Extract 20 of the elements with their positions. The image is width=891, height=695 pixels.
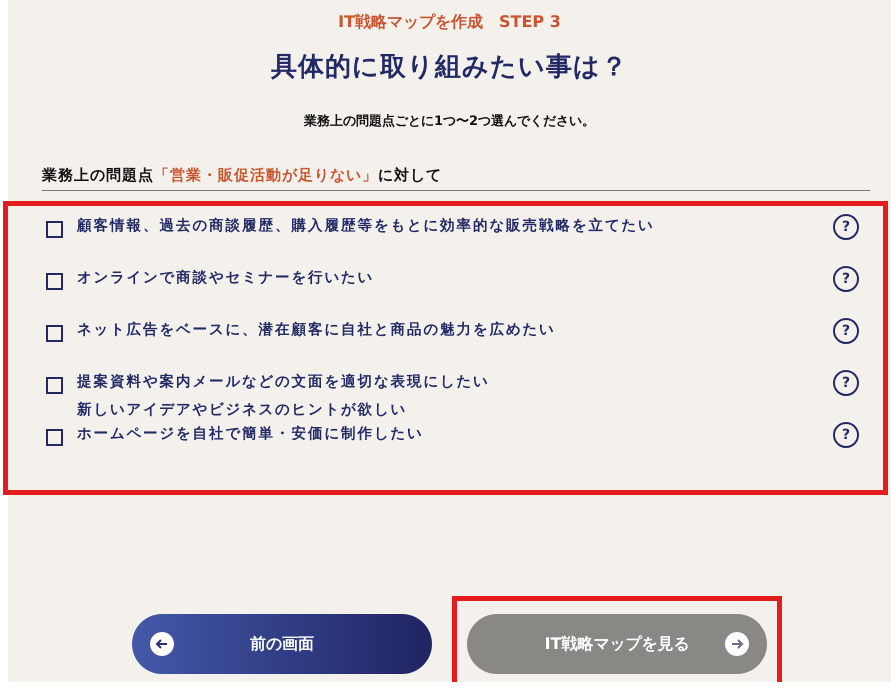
arrow-left-icon [150, 632, 174, 656]
problem-heading: 業務上の問題点「営業・販促活動が足りない」に対して [42, 166, 443, 185]
help-icon[interactable]: ? [833, 318, 859, 344]
page-title: 具体的に取り組みたい事は？ [271, 51, 628, 84]
back-button[interactable]: 前の画面 [132, 614, 432, 674]
checkbox[interactable] [46, 221, 63, 238]
checkbox[interactable] [46, 377, 63, 394]
option-label[interactable]: ネット広告をベースに、潜在顧客に自社と商品の魅力を広めたい [77, 316, 833, 344]
arrow-right-icon [725, 632, 749, 656]
step-label: IT戦略マップを作成 STEP 3 [338, 12, 561, 33]
option-label[interactable]: 顧客情報、過去の商談履歴、購入履歴等をもとに効率的な販売戦略を立てたい [77, 212, 833, 240]
help-icon[interactable]: ? [833, 370, 859, 396]
checkbox[interactable] [46, 429, 63, 446]
checkbox[interactable] [46, 273, 63, 290]
checkbox[interactable] [46, 325, 63, 342]
help-icon[interactable]: ? [833, 214, 859, 240]
help-icon[interactable]: ? [833, 422, 859, 448]
option-label[interactable]: オンラインで商談やセミナーを行いたい [77, 264, 833, 292]
instruction-text: 業務上の問題点ごとに1つ〜2つ選んでください。 [304, 113, 596, 130]
help-icon[interactable]: ? [833, 266, 859, 292]
